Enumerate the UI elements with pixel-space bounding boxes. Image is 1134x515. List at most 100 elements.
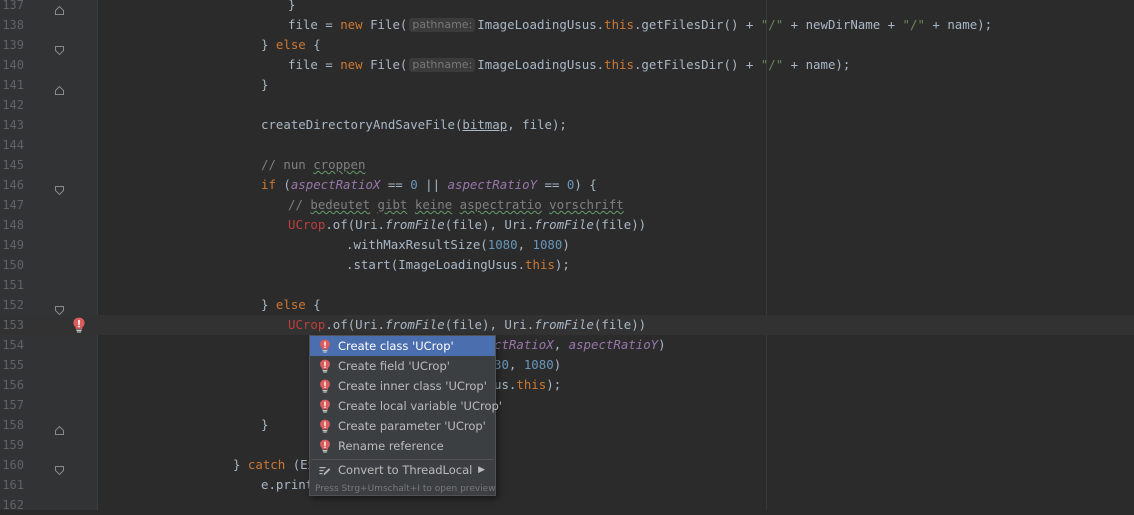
code-token: .withMaxResultSize( <box>346 237 488 252</box>
code-token: aspectRatioY <box>447 177 538 192</box>
popup-footer-hint: Press Strg+Umschalt+I to open preview <box>315 484 496 494</box>
code-token: ( <box>275 177 291 192</box>
code-line[interactable]: 148 UCrop.of(Uri.fromFile(file), Uri.from… <box>0 215 1134 235</box>
code-token: vorschrift <box>549 197 624 212</box>
code-line[interactable]: 151 <box>0 275 1134 295</box>
code-line[interactable]: 157 <box>0 395 1134 415</box>
code-text: us.this); <box>494 375 561 395</box>
quick-fix-label: Create local variable 'UCrop' <box>338 399 502 413</box>
code-line[interactable]: 153 UCrop.of(Uri.fromFile(file), Uri.from… <box>0 315 1134 335</box>
line-number: 149 <box>2 238 24 252</box>
code-line[interactable]: 159 <box>0 435 1134 455</box>
quick-fix-label: Create field 'UCrop' <box>338 359 450 373</box>
code-line[interactable]: 150 .start(ImageLoadingUsus.this); <box>0 255 1134 275</box>
code-token: ) <box>562 237 570 252</box>
code-editor[interactable]: 137} 138 file = new File(pathname: ImageLoa… <box>0 0 1134 512</box>
code-line[interactable]: 145 // nun croppen <box>0 155 1134 175</box>
code-text: .withMaxResultSize(1080, 1080) <box>346 235 570 255</box>
parameter-hint: pathname: <box>409 58 476 72</box>
code-token: aspectRatioX <box>290 177 381 192</box>
line-number: 160 <box>2 458 24 472</box>
code-token: .getFilesDir() + <box>633 57 761 72</box>
code-line[interactable]: 147 // bedeutet gibt keine aspectratio vo… <box>0 195 1134 215</box>
line-number: 138 <box>2 18 24 32</box>
code-text: } else { <box>261 295 321 315</box>
quick-fix-item[interactable]: Create class 'UCrop' <box>310 336 495 356</box>
error-bulb-icon <box>319 339 331 353</box>
code-token: 1080 <box>532 237 563 252</box>
code-token: "/" <box>760 57 784 72</box>
code-line[interactable]: 154 ctRatioX, aspectRatioY) <box>0 335 1134 355</box>
code-line[interactable]: 149 .withMaxResultSize(1080, 1080) <box>0 235 1134 255</box>
code-token: ) <box>553 357 562 372</box>
error-bulb-icon[interactable] <box>72 317 86 333</box>
quick-fix-item[interactable]: Rename reference <box>310 436 495 456</box>
code-token: } <box>261 417 269 432</box>
code-token: // <box>288 197 311 212</box>
quick-fix-popup[interactable]: Create class 'UCrop' Create field 'UCrop'… <box>309 335 502 496</box>
code-line[interactable]: 143 createDirectoryAndSaveFile(bitmap, fi… <box>0 115 1134 135</box>
code-line[interactable]: 144 <box>0 135 1134 155</box>
code-line[interactable]: 155 30, 1080) <box>0 355 1134 375</box>
code-token: 30 <box>494 357 509 372</box>
code-line[interactable]: 137} <box>0 0 1134 15</box>
code-token: == <box>537 177 567 192</box>
code-token: (file)) <box>593 317 647 332</box>
code-token: catch <box>247 457 286 472</box>
code-line[interactable]: 158} <box>0 415 1134 435</box>
line-number: 154 <box>2 338 24 352</box>
code-line[interactable]: 138 file = new File(pathname: ImageLoading… <box>0 15 1134 35</box>
code-line[interactable]: 139} else { <box>0 35 1134 56</box>
code-token: .start(ImageLoadingUsus. <box>346 257 526 272</box>
error-bulb-icon <box>319 359 331 373</box>
code-token: this <box>516 377 547 392</box>
quick-fix-item[interactable]: Convert to ThreadLocal ▶ <box>310 459 495 481</box>
quick-fix-item[interactable]: Create field 'UCrop' <box>310 356 495 376</box>
line-number: 148 <box>2 218 24 232</box>
line-number: 146 <box>2 178 24 192</box>
code-text: UCrop.of(Uri.fromFile(file), Uri.fromFil… <box>288 315 646 335</box>
fold-end-icon[interactable] <box>55 0 64 15</box>
code-line[interactable]: 140 file = new File(pathname: ImageLoading… <box>0 55 1134 75</box>
code-line[interactable]: 162 <box>0 495 1134 515</box>
code-line[interactable]: 142 <box>0 95 1134 115</box>
fold-end-icon[interactable] <box>55 420 64 435</box>
code-line[interactable]: 160} catch (Ex <box>0 455 1134 476</box>
line-number: 152 <box>2 298 24 312</box>
line-number: 153 <box>2 318 24 332</box>
code-line[interactable]: 152 } else { <box>0 295 1134 316</box>
code-line[interactable]: 161 e.print <box>0 475 1134 495</box>
code-text: UCrop.of(Uri.fromFile(file), Uri.fromFil… <box>288 215 646 235</box>
line-number: 142 <box>2 98 24 112</box>
line-number: 143 <box>2 118 24 132</box>
code-text: } <box>261 415 268 435</box>
code-token: .of(Uri. <box>325 317 385 332</box>
quick-fix-item[interactable]: Create parameter 'UCrop' <box>310 416 495 436</box>
code-line[interactable]: 146 if (aspectRatioX == 0 || aspectRatioY… <box>0 175 1134 196</box>
code-token: gibt <box>377 197 408 212</box>
fold-collapse-icon[interactable] <box>55 300 64 316</box>
code-token: if <box>261 177 276 192</box>
line-number: 158 <box>2 418 24 432</box>
quick-fix-item[interactable]: Create local variable 'UCrop' <box>310 396 502 416</box>
code-token: this <box>525 257 555 272</box>
code-token: fromFile <box>385 317 445 332</box>
fold-collapse-icon[interactable] <box>55 460 64 476</box>
fold-collapse-icon[interactable] <box>55 180 64 196</box>
quick-fix-item[interactable]: Create inner class 'UCrop' <box>310 376 495 396</box>
fold-collapse-icon[interactable] <box>55 40 64 56</box>
code-text: } <box>288 0 295 15</box>
line-number: 161 <box>2 478 24 492</box>
code-token: ); <box>546 377 562 392</box>
code-token: || <box>417 177 448 192</box>
code-token: "/" <box>902 17 925 32</box>
code-token: aspectRatioY <box>568 337 659 352</box>
line-number: 139 <box>2 38 24 52</box>
fold-end-icon[interactable] <box>55 80 64 95</box>
code-token: (file), Uri. <box>444 317 535 332</box>
code-token: new <box>340 57 363 72</box>
code-line[interactable]: 141} <box>0 75 1134 95</box>
code-token: , <box>517 237 533 252</box>
code-line[interactable]: 156 us.this); <box>0 375 1134 395</box>
